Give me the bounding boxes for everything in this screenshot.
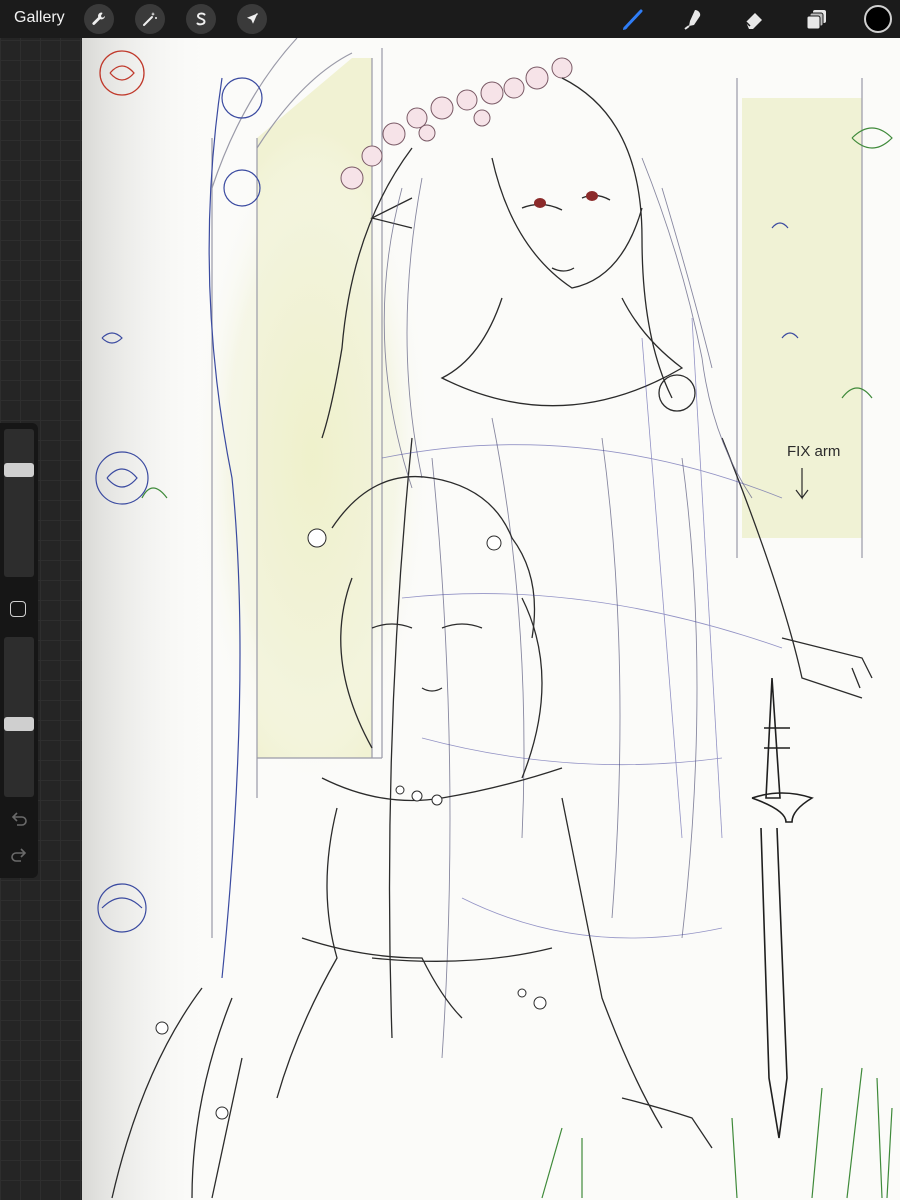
smudge-icon[interactable]: [678, 4, 708, 34]
top-toolbar: Gallery: [0, 0, 900, 38]
modify-button[interactable]: [10, 601, 26, 617]
color-picker-swatch[interactable]: [864, 5, 892, 33]
gallery-button[interactable]: Gallery: [14, 9, 65, 27]
layers-icon[interactable]: [802, 4, 832, 34]
opacity-slider-thumb[interactable]: [4, 717, 34, 732]
sketch-artwork: FIX arm: [82, 38, 893, 1200]
drawing-canvas[interactable]: FIX arm: [82, 38, 900, 1200]
left-sidebar: [0, 423, 38, 878]
brush-size-slider-thumb[interactable]: [4, 462, 34, 477]
brush-size-slider[interactable]: [4, 429, 34, 577]
transform-arrow-icon[interactable]: [237, 4, 267, 34]
fix-annotation-text: FIX arm: [787, 443, 840, 460]
undo-icon[interactable]: [10, 811, 28, 827]
eraser-icon[interactable]: [740, 4, 770, 34]
redo-icon[interactable]: [10, 847, 28, 863]
actions-wrench-icon[interactable]: [84, 4, 114, 34]
selection-s-icon[interactable]: [186, 4, 216, 34]
adjustments-magic-wand-icon[interactable]: [135, 4, 165, 34]
brush-icon[interactable]: [618, 4, 648, 34]
